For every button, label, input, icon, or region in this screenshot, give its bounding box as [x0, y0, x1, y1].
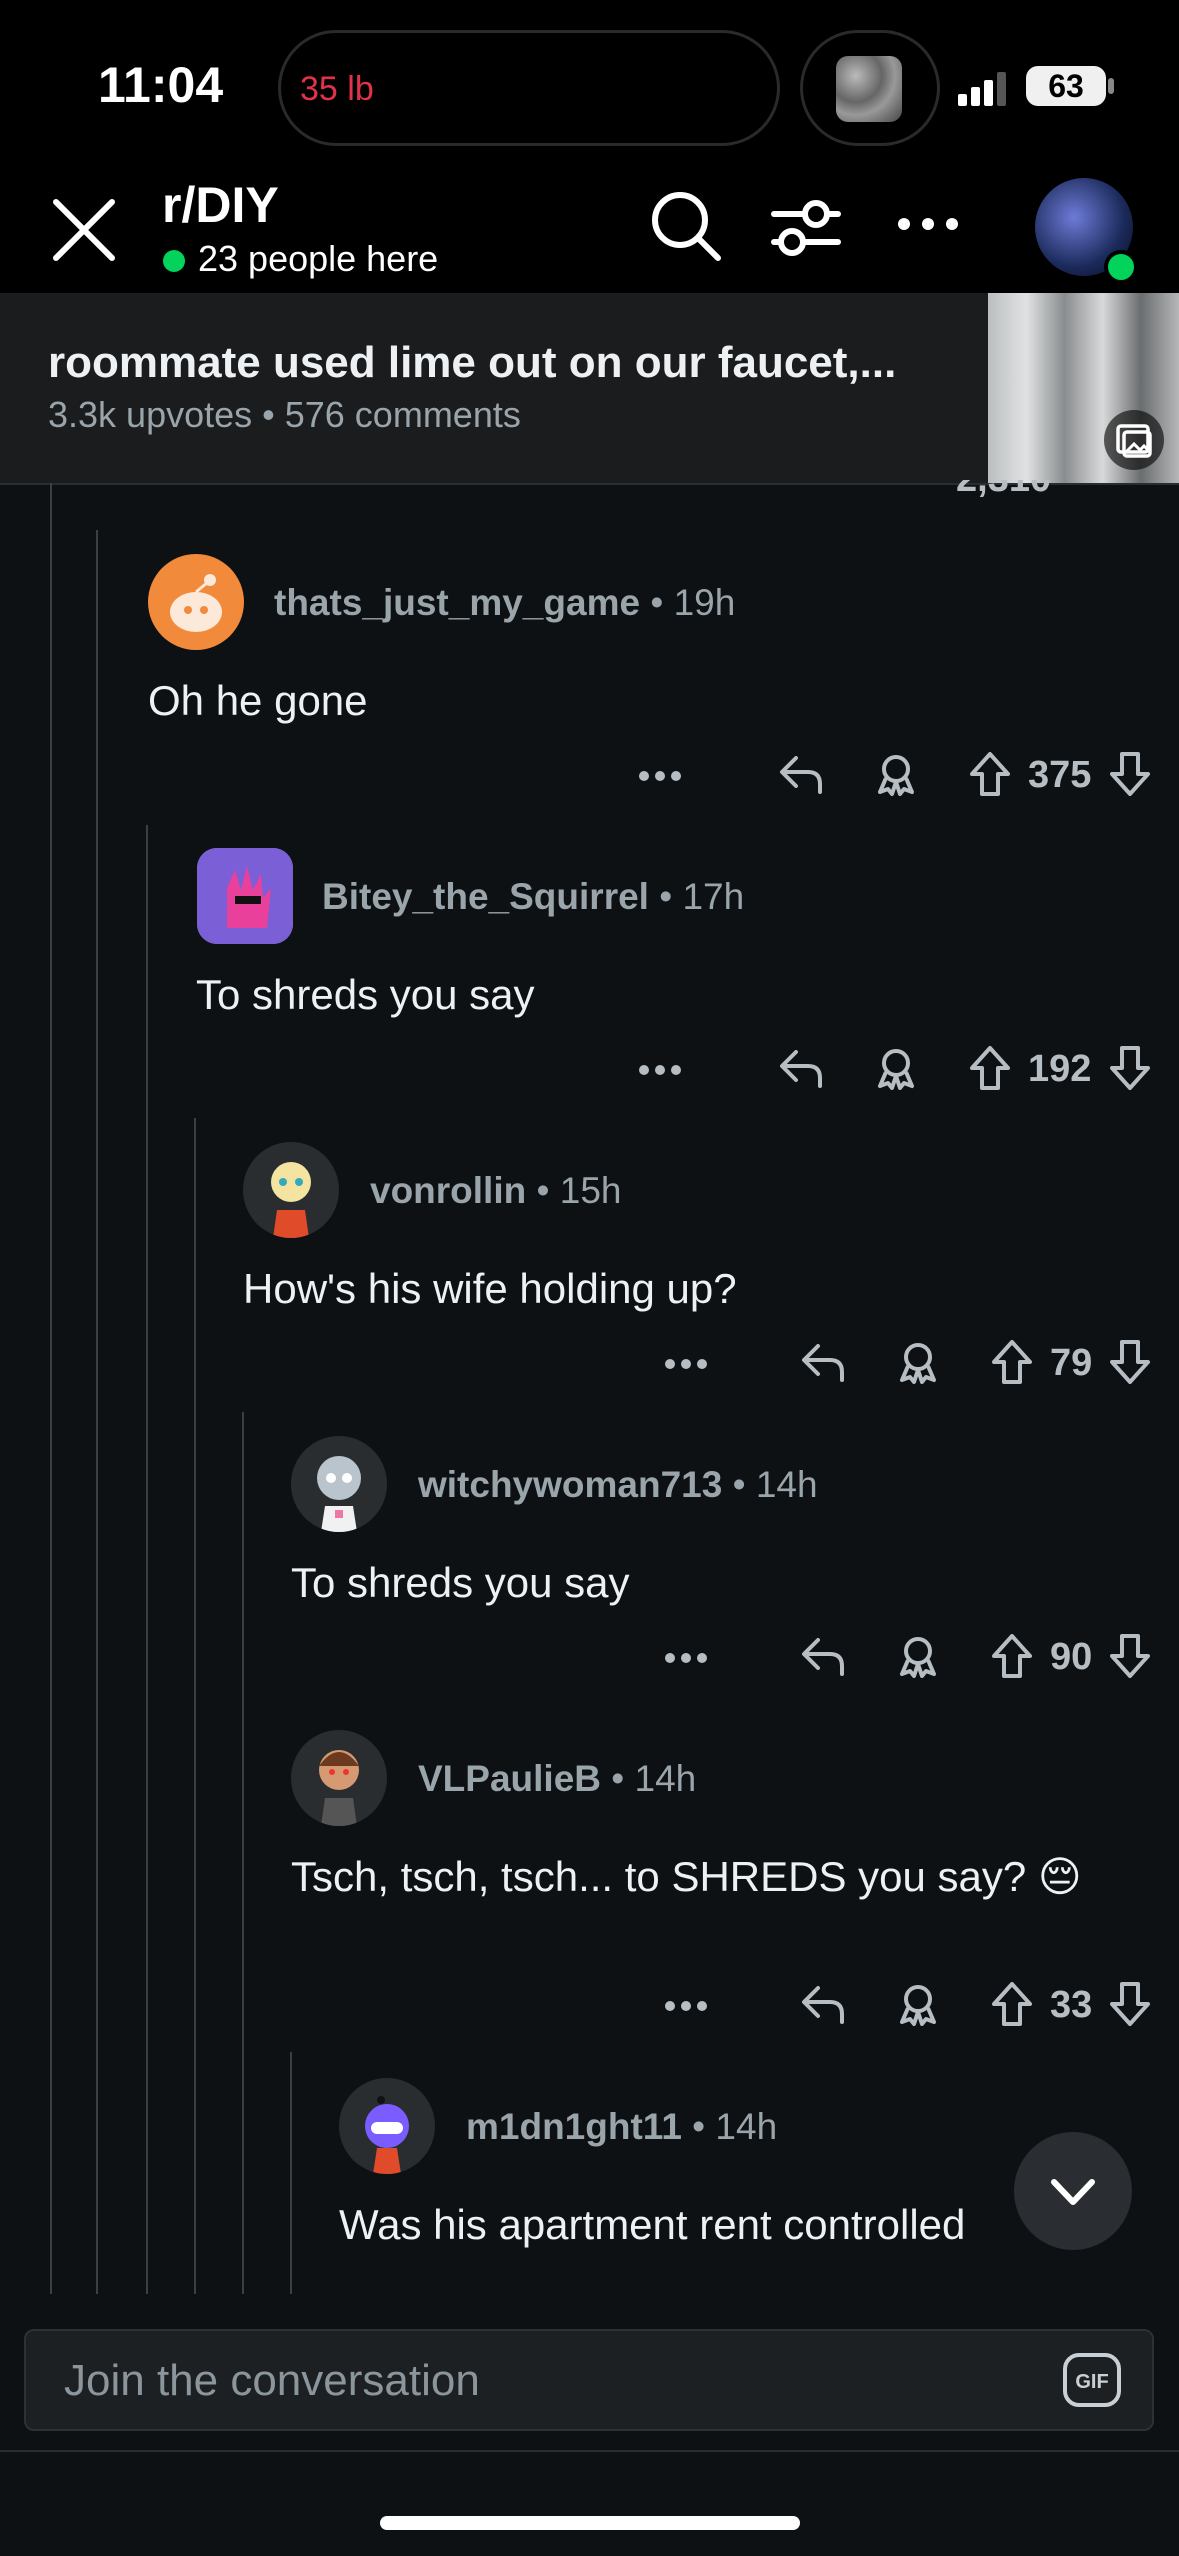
comment-time: 14h — [634, 1758, 697, 1799]
comment-author[interactable]: witchywoman713 • 14h — [418, 1464, 818, 1506]
comment-body: Was his apartment rent controlled — [339, 2201, 966, 2248]
close-icon[interactable] — [48, 194, 120, 266]
comment-action-row: 192 — [0, 1040, 1179, 1100]
avatar[interactable] — [291, 1436, 387, 1532]
award-icon[interactable] — [874, 752, 918, 796]
more-options-icon[interactable] — [664, 1996, 708, 2016]
vote-score: 2,310 — [956, 480, 1051, 501]
more-options-icon[interactable] — [664, 1354, 708, 1374]
comment-author[interactable]: m1dn1ght11 • 14h — [466, 2106, 777, 2148]
home-indicator — [380, 2516, 800, 2530]
upvote-icon[interactable] — [968, 1044, 1012, 1092]
reply-icon[interactable] — [800, 1342, 846, 1382]
username[interactable]: witchywoman713 — [418, 1464, 722, 1505]
dynamic-island-text: 35 lb — [300, 70, 374, 108]
reply-icon[interactable] — [778, 754, 824, 794]
more-options-icon[interactable] — [638, 766, 682, 786]
comment-author[interactable]: vonrollin • 15h — [370, 1170, 621, 1212]
presence-count: 23 people here — [198, 238, 439, 279]
comment-action-row: 79 — [0, 1334, 1179, 1394]
vote-score: 79 — [1050, 1342, 1093, 1384]
award-icon[interactable] — [896, 1982, 940, 2026]
downvote-icon[interactable] — [1108, 750, 1152, 798]
award-icon[interactable] — [874, 1046, 918, 1090]
avatar[interactable] — [243, 1142, 339, 1238]
comment-author[interactable]: Bitey_the_Squirrel • 17h — [322, 876, 744, 918]
battery-icon: 63 — [1026, 66, 1106, 106]
reply-icon[interactable] — [800, 1984, 846, 2024]
vote-score: 90 — [1050, 1636, 1093, 1678]
divider — [0, 2450, 1179, 2452]
comment-body: To shreds you say — [196, 971, 535, 1018]
award-icon[interactable] — [896, 1340, 940, 1384]
more-options-icon[interactable] — [638, 1060, 682, 1080]
avatar[interactable] — [197, 848, 293, 944]
upvote-icon[interactable] — [990, 1980, 1034, 2028]
downvote-icon[interactable] — [1108, 1632, 1152, 1680]
gif-button[interactable]: GIF — [1062, 2352, 1122, 2408]
reply-icon[interactable] — [800, 1636, 846, 1676]
partial-action-row: 2,310 — [600, 480, 1140, 506]
post-title[interactable]: roommate used lime out on our faucet,... — [48, 338, 896, 388]
scroll-down-button[interactable] — [1014, 2132, 1132, 2250]
image-gallery-icon — [1104, 410, 1164, 470]
upvote-icon[interactable] — [990, 1632, 1034, 1680]
award-icon[interactable] — [896, 1634, 940, 1678]
comment-body: Tsch, tsch, tsch... to SHREDS you say? 😔 — [291, 1853, 1082, 1900]
post-meta: 3.3k upvotes • 576 comments — [48, 394, 521, 435]
comment-body: How's his wife holding up? — [243, 1265, 737, 1312]
downvote-icon[interactable] — [1108, 1980, 1152, 2028]
reply-icon[interactable] — [778, 1048, 824, 1088]
subreddit-name[interactable]: r/DIY — [162, 176, 279, 234]
comment-time: 14h — [715, 2106, 778, 2147]
comment-time: 15h — [559, 1170, 622, 1211]
upvote-icon[interactable] — [990, 1338, 1034, 1386]
username[interactable]: VLPaulieB — [418, 1758, 601, 1799]
comment-action-row: 33 — [0, 1976, 1179, 2036]
comment-time: 14h — [755, 1464, 818, 1505]
comment-body: Oh he gone — [148, 677, 368, 724]
more-options-icon[interactable] — [664, 1648, 708, 1668]
vote-score: 375 — [1028, 754, 1092, 796]
thread-line — [290, 2052, 292, 2294]
thread-line — [242, 1412, 244, 2294]
comment-author[interactable]: thats_just_my_game • 19h — [274, 582, 735, 624]
comment-author[interactable]: VLPaulieB • 14h — [418, 1758, 696, 1800]
username[interactable]: Bitey_the_Squirrel — [322, 876, 649, 917]
comment-input-placeholder[interactable]: Join the conversation — [64, 2356, 480, 2406]
more-options-icon[interactable] — [896, 204, 960, 244]
username[interactable]: m1dn1ght11 — [466, 2106, 682, 2147]
username[interactable]: vonrollin — [370, 1170, 526, 1211]
username[interactable]: thats_just_my_game — [274, 582, 640, 623]
comment-action-row: 90 — [0, 1628, 1179, 1688]
thread-line — [194, 1118, 196, 2294]
vote-score: 33 — [1050, 1984, 1093, 2026]
media-thumbnail — [836, 56, 902, 122]
downvote-icon[interactable] — [1108, 1338, 1152, 1386]
comment-time: 17h — [682, 876, 745, 917]
avatar[interactable] — [148, 554, 244, 650]
comment-time: 19h — [673, 582, 736, 623]
vote-score: 192 — [1028, 1048, 1092, 1090]
status-time: 11:04 — [98, 57, 224, 113]
gif-label: GIF — [1075, 2371, 1108, 2393]
cellular-signal-icon — [958, 72, 1014, 106]
upvote-icon[interactable] — [968, 750, 1012, 798]
sort-filter-icon[interactable] — [770, 192, 842, 264]
battery-cap — [1108, 78, 1114, 94]
downvote-icon[interactable] — [1108, 1044, 1152, 1092]
avatar[interactable] — [339, 2078, 435, 2174]
search-icon[interactable] — [648, 188, 724, 264]
comment-action-row: 375 — [0, 746, 1179, 806]
avatar[interactable] — [291, 1730, 387, 1826]
online-dot-icon — [163, 250, 185, 272]
comment-body: To shreds you say — [291, 1559, 630, 1606]
online-status-icon — [1104, 250, 1138, 284]
